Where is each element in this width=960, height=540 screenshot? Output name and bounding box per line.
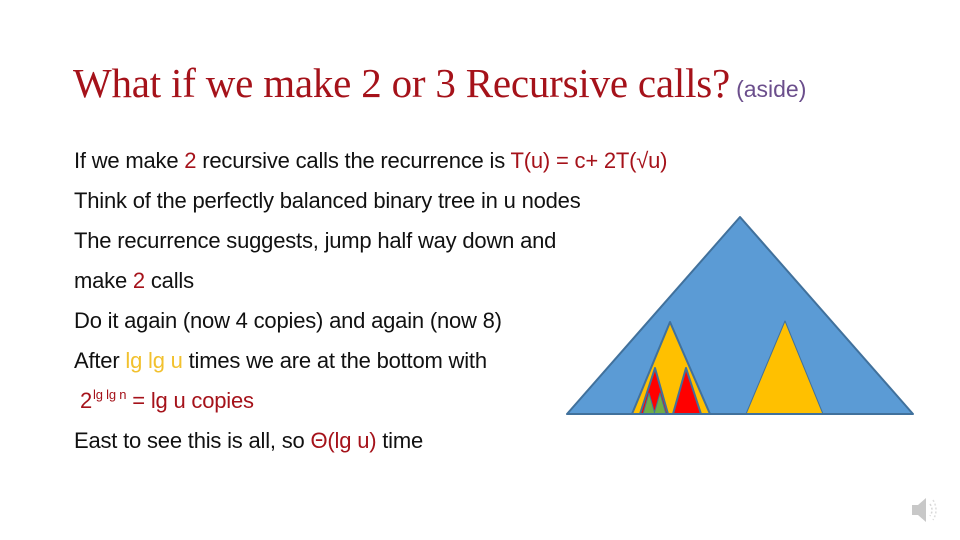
power-base: 2 [80,388,93,413]
line-7-seg-3: = lg u copies [126,388,254,413]
power-exponent: lg lg n [93,387,127,402]
line-3-seg-1: The recurrence suggests, jump half way d… [74,228,557,253]
recurrence-formula: T(u) = c+ 2T(√u) [510,148,668,173]
line-6-seg-3: times we are at the bottom with [182,348,487,373]
line-1-seg-1: If we make [74,148,185,173]
line-5-seg-1: Do it again (now 4 copies) and again (no… [74,308,502,333]
body-line-6: After lg lg u times we are at the bottom… [74,346,487,376]
body-line-5: Do it again (now 4 copies) and again (no… [74,306,502,336]
body-line-4: make 2 calls [74,266,194,296]
slide-title: What if we make 2 or 3 Recursive calls?(… [73,58,806,114]
body-line-8: East to see this is all, so Θ(lg u) time [74,426,423,456]
speaker-icon[interactable] [908,492,944,528]
line-1-seg-2: 2 [184,148,197,173]
body-line-1: If we make 2 recursive calls the recurre… [74,146,668,176]
line-8-seg-1: East to see this is all, so [74,428,311,453]
body-line-3: The recurrence suggests, jump half way d… [74,226,556,256]
tree-triangle [566,216,914,415]
line-4-seg-3: calls [144,268,194,293]
line-8-seg-3: time [376,428,424,453]
line-2-seg-1: Think of the perfectly balanced binary t… [74,188,581,213]
line-6-seg-1: After [74,348,126,373]
line-4-seg-2: 2 [132,268,145,293]
body-line-2: Think of the perfectly balanced binary t… [74,186,581,216]
line-4-seg-1: make [74,268,133,293]
lg-lg-u-highlight: lg lg u [125,348,183,373]
theta-result: Θ(lg u) [310,428,377,453]
title-aside: (aside) [736,76,807,102]
slide: What if we make 2 or 3 Recursive calls?(… [0,0,960,540]
speaker-icon-graphic [912,498,937,522]
title-text: What if we make 2 or 3 Recursive calls? [73,60,731,106]
line-1-seg-3: recursive calls the recurrence is [196,148,511,173]
body-line-7: 2lg lg n = lg u copies [80,386,254,419]
